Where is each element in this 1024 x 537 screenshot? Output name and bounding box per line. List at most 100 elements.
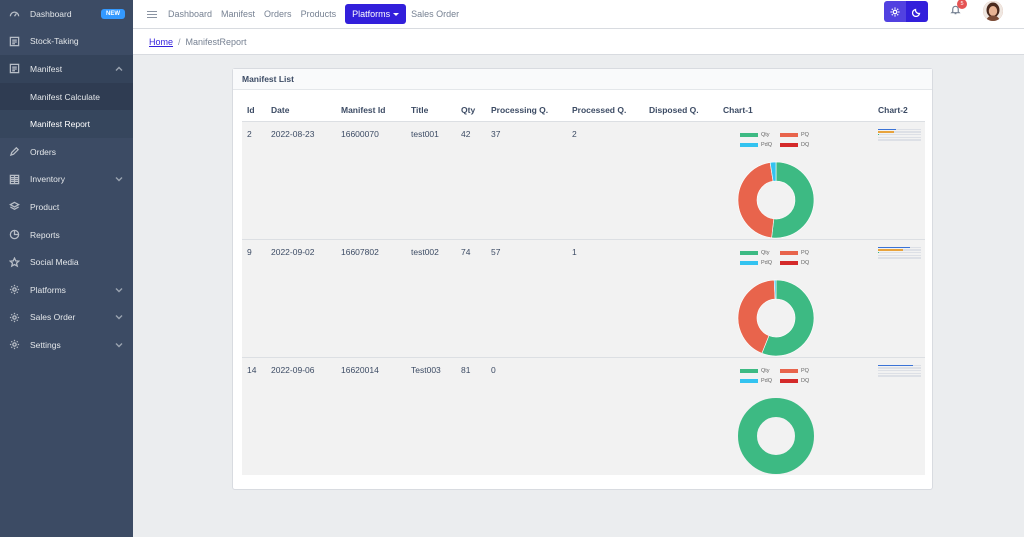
col-header-manifest-id: Manifest Id xyxy=(341,105,386,116)
mini-bar-track xyxy=(878,139,921,141)
sidebar-item-settings[interactable]: Settings xyxy=(0,331,133,359)
legend-swatch xyxy=(780,368,798,373)
sidebar-subitem-manifest-calculate[interactable]: Manifest Calculate xyxy=(0,82,133,111)
sidebar-item-label: Orders xyxy=(30,146,56,157)
nav-products[interactable]: Products xyxy=(301,9,337,19)
legend-item-dq: DQ xyxy=(780,260,820,266)
legend-label: PQ xyxy=(801,367,809,374)
cell-disposed xyxy=(644,120,718,239)
cell-qty: 81 xyxy=(456,356,486,475)
legend-swatch xyxy=(740,260,758,265)
sidebar-item-social-media[interactable]: Social Media xyxy=(0,248,133,276)
mini-bar-track xyxy=(878,369,921,372)
donut-slice-qty xyxy=(771,161,815,238)
mini-bar-track xyxy=(878,251,921,254)
cell-date: 2022-09-06 xyxy=(266,356,336,475)
donut-chart xyxy=(737,279,815,356)
notifications-button[interactable]: 5 xyxy=(950,0,967,18)
table-row[interactable]: 9 2022-09-02 16607802 test002 74 57 1 Qt… xyxy=(242,238,925,357)
legend-item-pdq: PdQ xyxy=(740,378,780,384)
card-title: Manifest List xyxy=(233,69,932,90)
breadcrumb-home-link[interactable]: Home xyxy=(149,37,173,47)
mini-bar-track xyxy=(878,133,921,136)
mini-bar-track xyxy=(878,249,921,251)
cell-id: 2 xyxy=(242,120,266,239)
legend-item-dq: DQ xyxy=(780,378,820,384)
legend-label: PdQ xyxy=(761,259,773,266)
cell-disposed xyxy=(644,238,718,357)
cell-processed xyxy=(567,356,644,475)
chevron-down-icon xyxy=(115,341,123,349)
chart-legend: Qty PQ PdQ DQ xyxy=(740,248,820,268)
chevron-down-icon xyxy=(115,286,123,294)
sidebar-item-stock-taking[interactable]: Stock-Taking xyxy=(0,28,133,56)
sidebar-item-dashboard[interactable]: Dashboard NEW xyxy=(0,0,133,28)
legend-item-pq: PQ xyxy=(780,250,820,256)
cell-qty: 74 xyxy=(456,238,486,357)
legend-label: PQ xyxy=(801,249,809,256)
nav-sales-order[interactable]: Sales Order xyxy=(411,9,459,19)
mini-bar-qty xyxy=(878,128,897,130)
chart-pie-icon xyxy=(8,229,20,241)
sidebar-item-manifest[interactable]: Manifest xyxy=(0,55,133,83)
sidebar-item-platforms[interactable]: Platforms xyxy=(0,276,133,304)
cell-processed: 1 xyxy=(567,238,644,357)
legend-swatch xyxy=(740,142,758,147)
legend-label: PdQ xyxy=(761,141,773,148)
nav-dashboard[interactable]: Dashboard xyxy=(168,9,212,19)
legend-item-qty: Qty xyxy=(740,250,780,256)
sidebar-item-label: Stock-Taking xyxy=(30,36,79,47)
table-row[interactable]: 2 2022-08-23 16600070 test001 42 37 2 Qt… xyxy=(242,120,925,239)
col-header-processed: Processed Q. xyxy=(572,105,627,116)
dark-mode-button[interactable] xyxy=(906,1,928,22)
cell-id: 9 xyxy=(242,238,266,357)
mini-bar-pq xyxy=(878,131,894,133)
cell-manifest-id: 16620014 xyxy=(336,356,406,475)
notes-icon xyxy=(8,63,20,75)
legend-label: DQ xyxy=(801,377,810,384)
sidebar-item-sales-order[interactable]: Sales Order xyxy=(0,304,133,332)
sidebar-item-inventory[interactable]: Inventory xyxy=(0,166,133,194)
platforms-dropdown-button[interactable]: Platforms xyxy=(345,4,407,24)
light-mode-button[interactable] xyxy=(884,1,906,22)
mini-bar-track xyxy=(878,246,921,248)
nav-orders[interactable]: Orders xyxy=(264,9,292,19)
mini-bar-track xyxy=(878,131,921,133)
table-row[interactable]: 14 2022-09-06 16620014 Test003 81 0 Qty P… xyxy=(242,356,925,475)
speedometer-icon xyxy=(8,8,20,20)
legend-item-pdq: PdQ xyxy=(740,260,780,266)
sidebar-item-reports[interactable]: Reports xyxy=(0,221,133,249)
donut-chart xyxy=(738,397,814,474)
sidebar-item-label: Social Media xyxy=(30,257,79,268)
mini-bar-track xyxy=(878,128,921,130)
donut-slice-qty xyxy=(738,397,814,474)
legend-label: PdQ xyxy=(761,377,773,384)
cell-date: 2022-08-23 xyxy=(266,120,336,239)
sidebar-item-orders[interactable]: Orders xyxy=(0,138,133,166)
sidebar-subitem-manifest-report[interactable]: Manifest Report xyxy=(0,110,133,138)
notification-count-badge: 5 xyxy=(957,0,967,9)
col-header-date: Date xyxy=(271,105,290,116)
sidebar-item-label: Manifest Report xyxy=(30,119,90,130)
legend-label: DQ xyxy=(801,141,810,148)
cell-title: test001 xyxy=(406,120,456,239)
legend-item-qty: Qty xyxy=(740,368,780,374)
mini-bar-track xyxy=(878,254,921,257)
legend-item-dq: DQ xyxy=(780,142,820,148)
legend-swatch xyxy=(740,250,758,255)
mini-bar-chart xyxy=(878,128,921,143)
legend-swatch xyxy=(740,368,758,373)
sidebar-item-label: Platforms xyxy=(30,284,66,295)
cell-chart-2 xyxy=(873,238,925,357)
mini-bar-track xyxy=(878,375,921,377)
cell-processed: 2 xyxy=(567,120,644,239)
top-header: Dashboard Manifest Orders Products Platf… xyxy=(133,0,1024,29)
breadcrumb-separator: / xyxy=(178,36,181,47)
avatar[interactable] xyxy=(983,1,1003,21)
hamburger-menu-icon[interactable] xyxy=(147,10,157,18)
sidebar-item-product[interactable]: Product xyxy=(0,193,133,221)
nav-manifest[interactable]: Manifest xyxy=(221,9,255,19)
col-header-id: Id xyxy=(247,105,255,116)
avatar-image xyxy=(983,1,1003,21)
platforms-label: Platforms xyxy=(352,9,391,19)
